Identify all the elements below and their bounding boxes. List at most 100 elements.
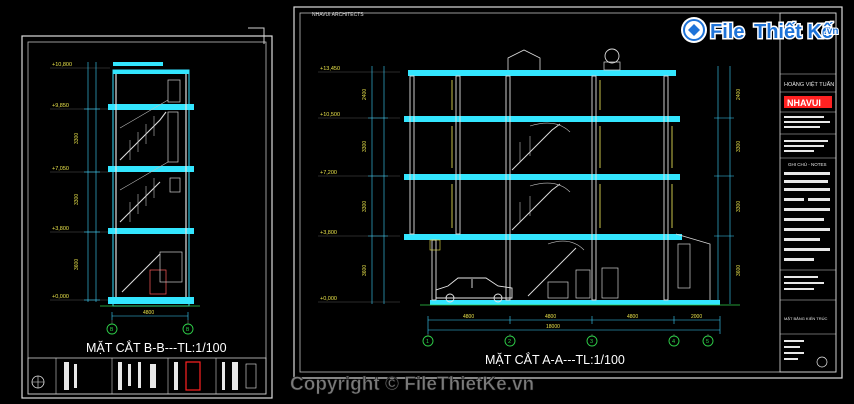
level-label: +10,500 bbox=[320, 112, 340, 118]
level-label: +10,800 bbox=[52, 62, 72, 68]
roof-structure bbox=[507, 49, 541, 70]
notes-label: GHI CHÚ - NOTES bbox=[788, 161, 827, 167]
section-b-b-drawing bbox=[100, 62, 200, 307]
stair-flight bbox=[119, 111, 167, 161]
grid-bubble-label: 2 bbox=[508, 339, 511, 345]
hatch-mark bbox=[429, 239, 441, 251]
door bbox=[167, 111, 179, 163]
door bbox=[677, 243, 691, 289]
door bbox=[601, 267, 619, 299]
floor-slab bbox=[404, 234, 682, 240]
grid-bubble-label: 5 bbox=[706, 339, 709, 345]
right-right-dimensions bbox=[714, 66, 734, 304]
dim-label: 2400 bbox=[362, 89, 368, 100]
stair-flight bbox=[511, 183, 561, 231]
column bbox=[591, 75, 597, 301]
right-right-dim-text: 2400 3300 3300 3600 bbox=[736, 89, 742, 276]
logo-text: NHAVUI bbox=[787, 98, 821, 108]
dim-label: 4800 bbox=[545, 314, 556, 320]
dim-label: 3600 bbox=[736, 265, 742, 276]
title-block: HOÀNG VIỆT TUẤN NHAVUI GHI CHÚ - NOTES M… bbox=[779, 12, 837, 373]
floor-slab bbox=[404, 174, 680, 180]
right-sheet-inner-frame bbox=[299, 12, 837, 373]
column bbox=[505, 75, 511, 301]
level-label: +0,000 bbox=[320, 296, 337, 302]
dim-label: 2000 bbox=[691, 314, 702, 320]
column bbox=[455, 75, 461, 235]
dim-label: 3300 bbox=[74, 133, 80, 144]
notes-lines bbox=[784, 172, 830, 290]
owner-name: HOÀNG VIỆT TUẤN bbox=[784, 80, 834, 88]
dim-label: 3300 bbox=[736, 201, 742, 212]
right-sheet-outer-frame bbox=[293, 6, 843, 379]
door bbox=[575, 269, 591, 299]
right-level-markers: +13,450 +10,500 +7,200 +3,800 +0,000 bbox=[318, 66, 400, 303]
floor-slab bbox=[108, 166, 194, 172]
dim-label: 3300 bbox=[736, 141, 742, 152]
drawing-title-a-a: MẶT CẮT A-A---TL:1/100 bbox=[485, 352, 625, 367]
dim-label: 4800 bbox=[143, 310, 154, 316]
floor-slab bbox=[108, 104, 194, 110]
stair-flight bbox=[121, 253, 161, 293]
total-dim-label: 18000 bbox=[546, 324, 560, 330]
dim-label: 3300 bbox=[74, 194, 80, 205]
column bbox=[431, 239, 437, 301]
window bbox=[167, 79, 181, 103]
roof-slab bbox=[113, 70, 189, 74]
roof-parapet bbox=[113, 62, 163, 66]
watermark-brand-a: File bbox=[710, 21, 744, 43]
floor-slab bbox=[108, 228, 194, 234]
floor-slab bbox=[404, 116, 680, 122]
left-side-dim-text: 3300 3300 3600 bbox=[74, 133, 80, 270]
column bbox=[663, 75, 669, 301]
drawing-name: MẶT BẰNG KIẾN TRÚC bbox=[784, 316, 828, 321]
door bbox=[159, 251, 183, 283]
right-left-dimensions bbox=[368, 66, 388, 304]
logo-icon bbox=[185, 361, 201, 391]
car-icon bbox=[435, 277, 513, 303]
level-label: +9,850 bbox=[52, 103, 69, 109]
left-sheet: +10,800 +9,850 +7,050 +3,800 +0,000 3300… bbox=[21, 27, 273, 399]
grid-bubble-label: 4 bbox=[672, 339, 675, 345]
left-level-markers: +10,800 +9,850 +7,050 +3,800 +0,000 bbox=[50, 62, 110, 301]
dim-label: 3600 bbox=[362, 265, 368, 276]
level-label: +3,800 bbox=[320, 230, 337, 236]
left-title-strip bbox=[27, 357, 267, 395]
dim-label: 2400 bbox=[736, 89, 742, 100]
level-label: +13,450 bbox=[320, 66, 340, 72]
dim-label: 3300 bbox=[362, 201, 368, 212]
dim-label: 3600 bbox=[74, 259, 80, 270]
stair-flight bbox=[511, 123, 561, 171]
openings bbox=[451, 80, 673, 228]
furniture bbox=[547, 281, 569, 299]
right-sheet: NHAVUI ARCHITECTS +13,450 +10,500 +7,200… bbox=[293, 6, 843, 379]
level-label: +0,000 bbox=[52, 294, 69, 300]
cad-drawing-canvas: +10,800 +9,850 +7,050 +3,800 +0,000 3300… bbox=[21, 6, 843, 399]
watermark-brand-b: Thiết Kế bbox=[754, 21, 834, 43]
floor-slab bbox=[108, 297, 194, 304]
grid-bubble-label: B bbox=[110, 327, 114, 333]
left-side-dimensions bbox=[84, 62, 100, 302]
level-label: +3,800 bbox=[52, 226, 69, 232]
dim-label: 3300 bbox=[362, 141, 368, 152]
watermark-copyright: Copyright © FileThietKe.vn bbox=[290, 374, 534, 395]
stair-railing bbox=[519, 122, 585, 251]
watermark-brand-c: .vn bbox=[824, 26, 838, 37]
watermark-logo: File Thiết Kế .vn bbox=[681, 17, 839, 45]
sheet-number-icon bbox=[816, 356, 828, 368]
stair-flight bbox=[527, 247, 577, 297]
right-bottom-dimensions: 4800 4800 4800 2000 18000 1 2 3 4 5 bbox=[422, 314, 721, 347]
ground-slab bbox=[430, 300, 720, 305]
dim-label: 4800 bbox=[627, 314, 638, 320]
column bbox=[409, 75, 415, 235]
grid-bubble-label: 1 bbox=[426, 339, 429, 345]
grid-bubble-label: B bbox=[186, 327, 190, 333]
dim-label: 4800 bbox=[463, 314, 474, 320]
water-tank-icon bbox=[604, 48, 620, 64]
header-text: NHAVUI ARCHITECTS bbox=[312, 12, 364, 18]
roof-slab bbox=[408, 70, 676, 76]
grid-bubble-label: 3 bbox=[590, 339, 593, 345]
right-left-dim-text: 2400 3300 3300 3600 bbox=[362, 89, 368, 276]
left-bottom-dimension: 4800 B B bbox=[106, 310, 194, 335]
level-label: +7,200 bbox=[320, 170, 337, 176]
